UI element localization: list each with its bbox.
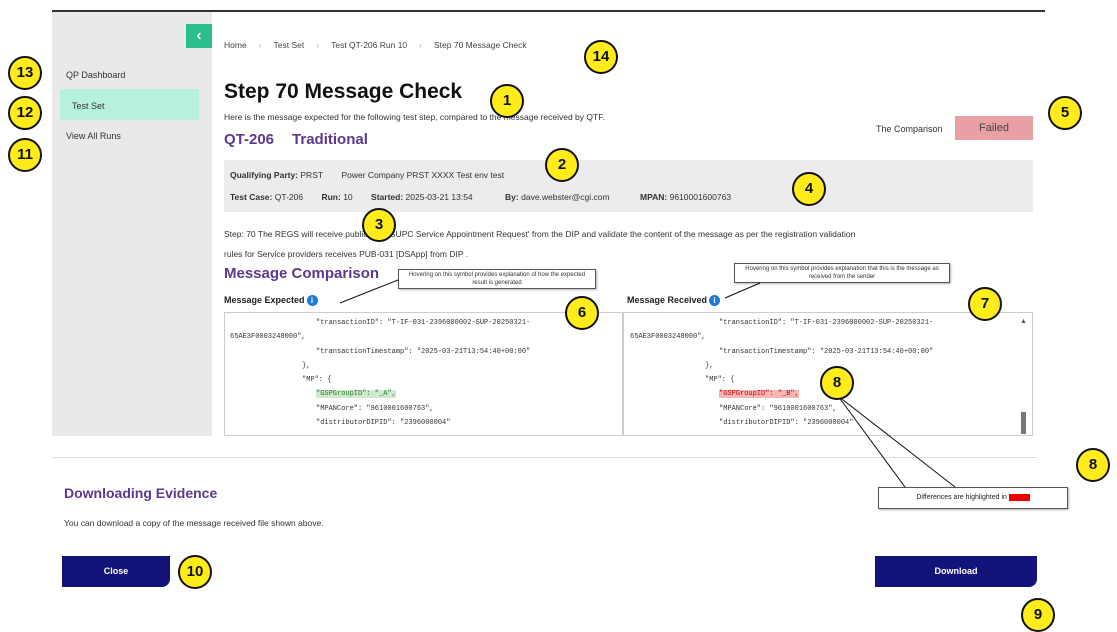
chevron-right-icon: › [419,40,423,50]
callout-marker: 13 [8,56,42,90]
downloading-evidence-title: Downloading Evidence [64,485,218,501]
breadcrumb-run[interactable]: Test QT-206 Run 10 [331,40,407,50]
differences-note: Differences are highlighted in RED [878,487,1068,509]
qualifying-party-row: Qualifying Party: PRST Power Company PRS… [230,170,504,180]
message-expected-panel[interactable] [224,312,623,436]
message-received-label: Message Received i [627,295,721,307]
callout-marker: 14 [584,40,618,74]
comparison-status-badge: Failed [955,116,1033,140]
expected-tip-pointer [339,279,399,304]
sidebar-item-test-set-label: Test Set [72,101,105,111]
test-id: QT-206 [224,131,275,148]
sidebar-item-view-all-runs[interactable]: View All Runs [66,131,121,141]
chevron-left-icon[interactable]: ‹ [186,24,212,48]
expected-line-1: "transactionID": "T-IF-031-2396000002-SU… [316,319,531,327]
by-value: dave.webster@cgi.com [521,192,610,202]
test-case-label: Test Case: [230,192,273,202]
info-icon[interactable]: i [709,295,721,307]
callout-marker: 6 [565,296,599,330]
started-value: 2025-03-21 13:54 [405,192,473,202]
expected-line-5: "MP": { [302,376,332,384]
received-line-1: "transactionID": "T-IF-031-2396000002-SU… [719,319,934,327]
expected-info-tooltip: Hovering on this symbol provides explana… [398,269,596,289]
comparison-label: The Comparison [876,124,943,134]
test-heading: QT-206 Traditional [224,131,368,148]
callout-marker: 8 [820,366,854,400]
breadcrumb-current: Step 70 Message Check [434,40,527,50]
message-comparison-title: Message Comparison [224,265,380,282]
page-subtitle: Here is the message expected for the fol… [224,112,605,122]
run-value: 10 [343,192,353,202]
message-expected-label: Message Expected i [224,295,318,307]
section-divider [52,457,1037,458]
diff-note-text: Differences are highlighted in [916,494,1007,501]
qp-value: PRST [300,170,324,180]
expected-line-8: "distributorDIPID": "2396000004" [316,419,451,427]
scrollbar-thumb[interactable] [1021,412,1026,434]
breadcrumb-test-set[interactable]: Test Set [274,40,305,50]
expected-line-7: "MPANCore": "9610001600763", [316,405,434,413]
step-line-1: Step: 70 The REGS will receive publicati… [224,229,856,239]
received-line-5: "MP": { [705,376,735,384]
started-label: Started: [371,192,404,202]
qp-name: Power Company PRST XXXX Test env test [341,170,505,180]
breadcrumb: Home › Test Set › Test QT-206 Run 10 › S… [224,40,527,50]
callout-marker: 5 [1048,96,1082,130]
callout-marker: 2 [545,148,579,182]
diff-note-color: RED [1008,494,1030,501]
mpan-label: MPAN: [639,192,668,202]
run-info-panel [224,160,1033,212]
breadcrumb-home[interactable]: Home [224,40,247,50]
received-line-3: "transactionTimestamp": "2025-03-21T13:5… [719,348,934,356]
callout-marker: 8 [1076,448,1110,482]
test-type: Traditional [292,131,368,148]
expected-line-4: }, [302,362,311,370]
step-description: Step: 70 The REGS will receive publicati… [224,224,1034,264]
expected-line-6: "GSPGroupID": "_A", [316,390,396,398]
download-button[interactable]: Download [875,556,1037,587]
test-case-value: QT-206 [274,192,304,202]
callout-marker: 4 [792,172,826,206]
callout-marker: 7 [968,287,1002,321]
info-icon[interactable]: i [306,295,318,307]
scroll-up-arrow-icon[interactable]: ▲ [1020,318,1027,325]
message-expected-text: Message Expected [224,295,305,305]
received-line-7: "MPANCore": "9610001600763", [719,405,837,413]
expected-line-2: 65AE3F0003248000", [230,333,306,341]
run-details-row: Test Case: QT-206 Run: 10 Started: 2025-… [230,192,731,202]
callout-marker: 9 [1021,598,1055,632]
chevron-right-icon: › [258,40,262,50]
close-button[interactable]: Close [62,556,170,587]
received-line-4: }, [705,362,714,370]
received-line-2: 65AE3F0003248000", [630,333,706,341]
callout-marker: 3 [362,208,396,242]
mpan-value: 9610001600763 [669,192,732,202]
chevron-right-icon: › [316,40,320,50]
received-line-8: "distributorDIPID": "2396000004" [719,419,854,427]
run-label: Run: [321,192,341,202]
received-line-6-diff: "GSPGroupID": "_B", [719,390,799,398]
callout-marker: 1 [490,84,524,118]
message-received-text: Message Received [627,295,708,305]
received-tip-pointer [724,282,761,299]
page-title: Step 70 Message Check [224,80,463,103]
step-line-2: rules for Service providers receives PUB… [224,249,469,259]
callout-marker: 12 [8,96,42,130]
received-info-tooltip: Hovering on this symbol provides explana… [734,263,950,283]
qp-label: Qualifying Party: [230,170,299,180]
by-label: By: [505,192,519,202]
sidebar-item-qp-dashboard[interactable]: QP Dashboard [66,70,125,80]
downloading-evidence-text: You can download a copy of the message r… [64,518,324,528]
callout-marker: 11 [8,138,42,172]
expected-line-3: "transactionTimestamp": "2025-03-21T13:5… [316,348,531,356]
callout-marker: 10 [178,555,212,589]
